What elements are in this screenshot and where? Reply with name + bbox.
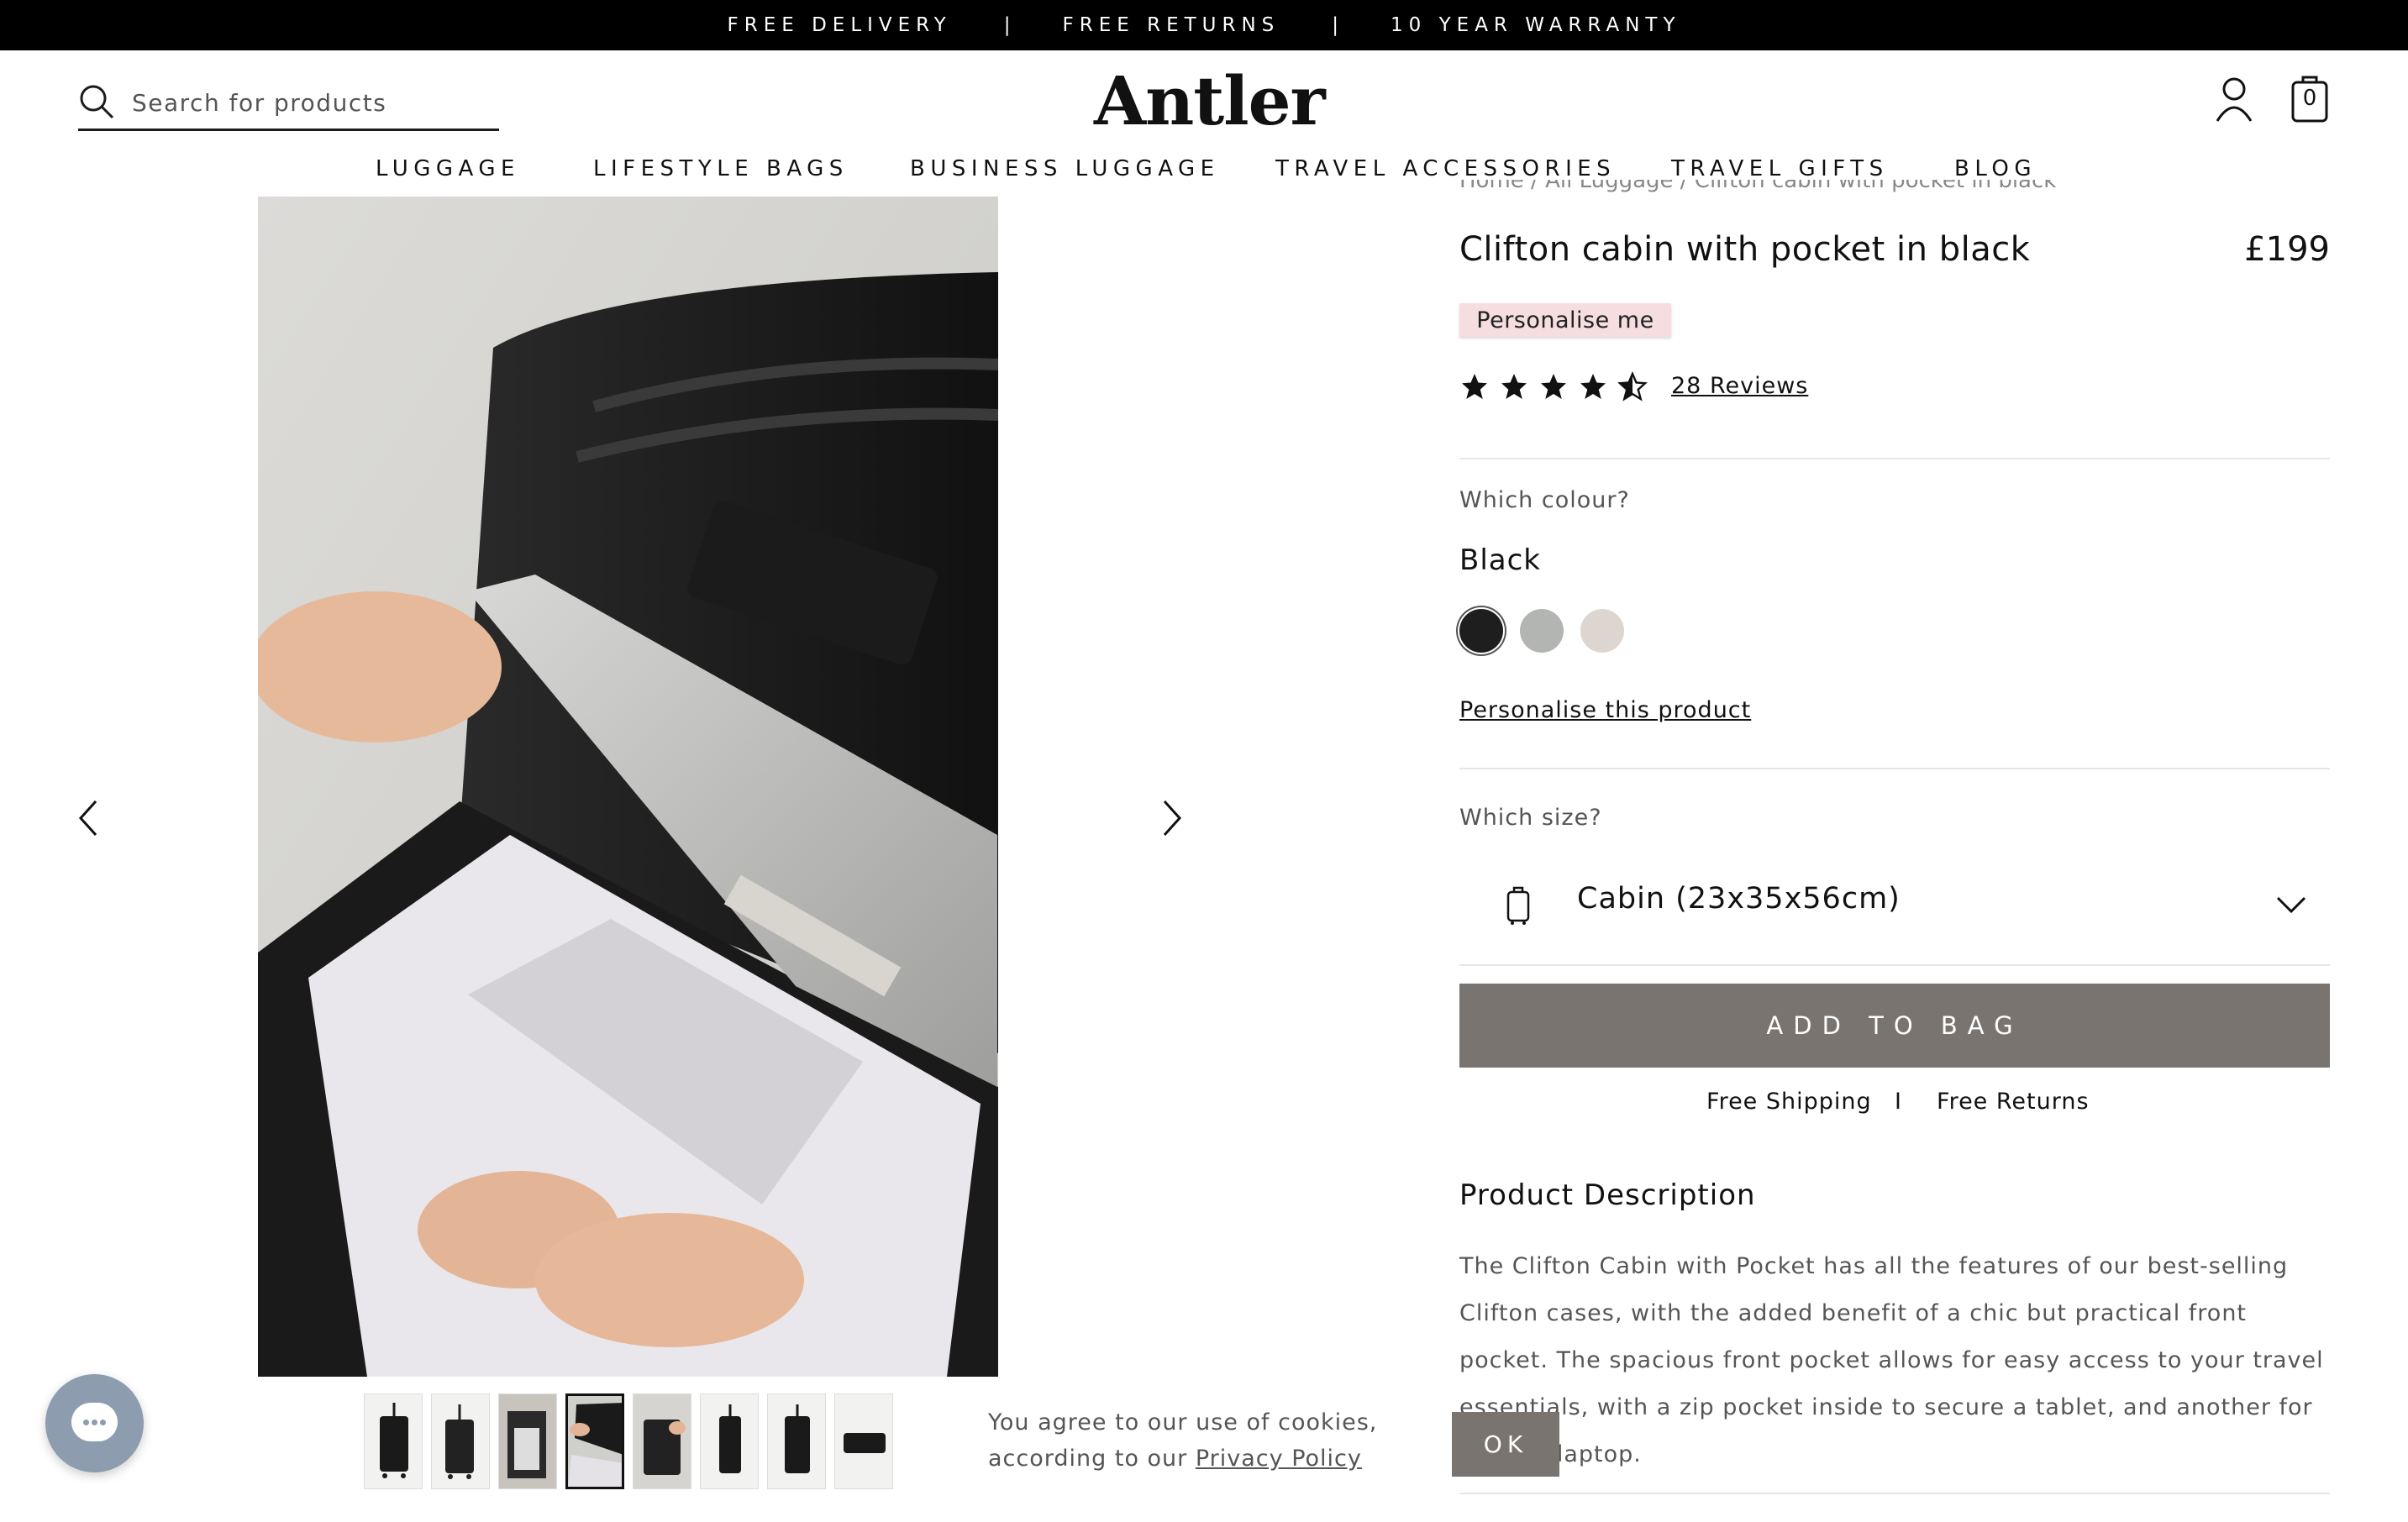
thumbnail[interactable] xyxy=(633,1393,691,1489)
divider xyxy=(1459,1493,2330,1494)
half-star-icon xyxy=(1617,371,1648,401)
announcement-free-delivery: FREE DELIVERY xyxy=(727,14,952,36)
free-returns-text: Free Returns xyxy=(1937,1089,2090,1115)
chevron-down-icon xyxy=(2276,896,2306,914)
bag-count: 0 xyxy=(2302,86,2317,111)
selected-colour: Black xyxy=(1459,543,1541,577)
search-icon[interactable] xyxy=(78,83,115,123)
suitcase-icon xyxy=(1506,886,1530,925)
product-price: £199 xyxy=(2244,230,2330,269)
breadcrumb-text[interactable]: Home / All Luggage / Clifton cabin with … xyxy=(1459,180,2056,193)
announcement-bar: FREE DELIVERY | FREE RETURNS | 10 YEAR W… xyxy=(0,0,2408,50)
thumbnail[interactable] xyxy=(834,1393,893,1489)
nav-item-luggage[interactable]: LUGGAGE xyxy=(376,156,520,181)
announcement-warranty: 10 YEAR WARRANTY xyxy=(1391,14,1681,36)
nav-item-lifestyle-bags[interactable]: LIFESTYLE BAGS xyxy=(593,156,849,181)
chevron-right-icon xyxy=(1163,800,1182,837)
divider xyxy=(1459,458,2330,459)
product-main-image xyxy=(258,197,998,1377)
search-input[interactable] xyxy=(132,89,485,117)
account-icon[interactable] xyxy=(2212,76,2256,123)
thumbnail-active[interactable] xyxy=(565,1393,624,1489)
star-icon xyxy=(1462,374,1487,399)
nav-item-business-luggage[interactable]: BUSINESS LUGGAGE xyxy=(910,156,1220,181)
privacy-policy-link[interactable]: Privacy Policy xyxy=(1196,1446,1362,1472)
product-title: Clifton cabin with pocket in black xyxy=(1459,230,2031,269)
chat-button[interactable] xyxy=(45,1374,144,1472)
colour-label: Which colour? xyxy=(1459,487,1630,513)
personalise-badge[interactable]: Personalise me xyxy=(1459,303,1671,337)
thumbnail[interactable] xyxy=(700,1393,759,1489)
size-label: Which size? xyxy=(1459,805,1602,831)
divider xyxy=(1459,768,2330,769)
thumbnail[interactable] xyxy=(767,1393,826,1489)
star-rating xyxy=(1459,370,1657,403)
product-description-heading: Product Description xyxy=(1459,1178,1756,1212)
reviews-link[interactable]: 28 Reviews xyxy=(1671,373,1808,399)
star-icon xyxy=(1501,374,1527,399)
prev-image-button[interactable] xyxy=(72,793,106,843)
shipping-separator: I xyxy=(1895,1089,1902,1115)
free-shipping-text: Free Shipping xyxy=(1706,1089,1872,1115)
size-select-value: Cabin (23x35x56cm) xyxy=(1577,882,1901,916)
next-image-button[interactable] xyxy=(1154,793,1188,843)
announcement-separator: | xyxy=(1003,14,1011,36)
thumbnail[interactable] xyxy=(431,1393,490,1489)
cookie-notice: You agree to our use of cookies, accordi… xyxy=(988,1404,1459,1477)
thumbnail[interactable] xyxy=(498,1393,557,1489)
announcement-separator: | xyxy=(1332,14,1339,36)
chat-icon xyxy=(71,1403,118,1441)
swatch-black[interactable] xyxy=(1459,609,1503,653)
cookie-ok-button[interactable]: OK xyxy=(1452,1412,1559,1477)
star-icon xyxy=(1580,374,1606,399)
bag-icon[interactable]: 0 xyxy=(2290,74,2330,124)
add-to-bag-button[interactable]: ADD TO BAG xyxy=(1459,984,2330,1068)
search-bar[interactable] xyxy=(78,77,499,131)
size-select[interactable]: Cabin (23x35x56cm) xyxy=(1459,848,2330,958)
chevron-left-icon xyxy=(78,800,97,837)
swatch-grey[interactable] xyxy=(1520,609,1564,653)
product-description-text: The Clifton Cabin with Pocket has all th… xyxy=(1459,1253,2324,1467)
nav-item-blog[interactable]: BLOG xyxy=(1954,156,2037,181)
announcement-free-returns: FREE RETURNS xyxy=(1062,14,1280,36)
brand-logo[interactable]: Antler xyxy=(1094,59,1326,143)
personalise-product-link[interactable]: Personalise this product xyxy=(1459,697,1751,723)
thumbnail[interactable] xyxy=(364,1393,423,1489)
nav-item-travel-gifts[interactable]: TRAVEL GIFTS xyxy=(1671,156,1889,181)
swatch-blush[interactable] xyxy=(1580,609,1624,653)
breadcrumb: Home / All Luggage / Clifton cabin with … xyxy=(1459,180,2165,203)
nav-item-travel-accessories[interactable]: TRAVEL ACCESSORIES xyxy=(1275,156,1616,181)
divider xyxy=(1459,964,2330,966)
star-icon xyxy=(1541,374,1566,399)
